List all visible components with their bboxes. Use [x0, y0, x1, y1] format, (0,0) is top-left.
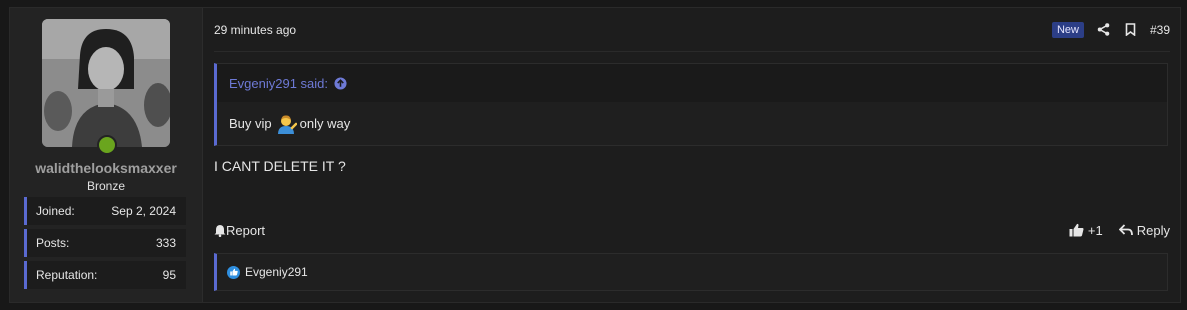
- quote-text-after: only way: [299, 116, 351, 131]
- man-tipping-hand-emoji: [275, 114, 297, 134]
- post-header: 29 minutes ago New #39: [214, 8, 1170, 52]
- quote-header[interactable]: Evgeniy291 said:: [217, 64, 1167, 102]
- quote-block: Evgeniy291 said: Buy vip only way: [214, 63, 1168, 146]
- quote-text-before: Buy vip: [229, 116, 272, 131]
- avatar-wrapper: [42, 19, 170, 155]
- post-header-actions: New #39: [1051, 21, 1170, 38]
- stat-value: 95: [162, 268, 176, 282]
- username[interactable]: walidthelooksmaxxer: [10, 160, 202, 176]
- share-icon[interactable]: [1096, 22, 1112, 38]
- reactions-user[interactable]: Evgeniy291: [245, 265, 308, 279]
- stat-posts: Posts: 333: [24, 229, 186, 257]
- reply-label: Reply: [1136, 222, 1170, 238]
- post-footer-actions: +1 Reply: [1069, 223, 1170, 238]
- thumbs-up-icon: [1069, 223, 1084, 237]
- stat-value: Sep 2, 2024: [111, 204, 176, 218]
- arrow-up-circle-icon[interactable]: [334, 76, 347, 90]
- reply-icon: [1118, 224, 1133, 236]
- like-count: +1: [1087, 222, 1103, 238]
- like-button[interactable]: +1: [1069, 223, 1103, 238]
- quote-author[interactable]: Evgeniy291 said:: [229, 76, 328, 91]
- new-badge: New: [1051, 21, 1084, 38]
- online-status-dot: [97, 135, 117, 155]
- post-message: I CANT DELETE IT ?: [214, 158, 346, 174]
- post-footer: Report +1 Reply: [214, 220, 1170, 240]
- post: walidthelooksmaxxer Bronze Joined: Sep 2…: [9, 7, 1181, 303]
- stat-joined: Joined: Sep 2, 2024: [24, 197, 186, 225]
- reactions-bar[interactable]: Evgeniy291: [214, 253, 1168, 291]
- bell-icon: [214, 224, 226, 237]
- quote-body: Buy vip only way: [217, 102, 1167, 145]
- post-time[interactable]: 29 minutes ago: [214, 23, 296, 37]
- stat-reputation: Reputation: 95: [24, 261, 186, 289]
- like-reaction-icon: [227, 265, 240, 279]
- stat-label: Posts:: [36, 236, 70, 250]
- stat-value: 333: [155, 236, 176, 250]
- bookmark-icon[interactable]: [1123, 22, 1139, 38]
- post-number[interactable]: #39: [1150, 23, 1170, 37]
- stat-label: Joined:: [36, 204, 75, 218]
- avatar[interactable]: [42, 19, 170, 147]
- user-column: walidthelooksmaxxer Bronze Joined: Sep 2…: [10, 8, 203, 302]
- post-main: 29 minutes ago New #39 Evgeniy291 said: …: [202, 8, 1180, 302]
- stat-label: Reputation:: [36, 268, 98, 282]
- report-label: Report: [226, 222, 266, 238]
- user-title: Bronze: [86, 179, 126, 193]
- report-button[interactable]: Report: [214, 223, 265, 238]
- reply-button[interactable]: Reply: [1118, 222, 1170, 238]
